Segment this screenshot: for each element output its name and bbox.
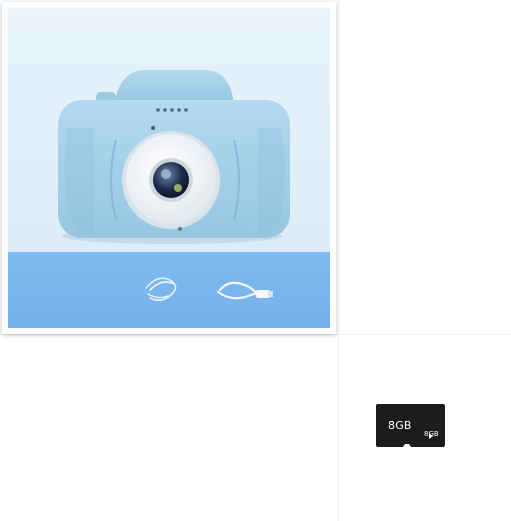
lens-glass (153, 162, 189, 198)
usb-plug (256, 290, 270, 298)
kids-camera-illustration (8, 8, 330, 328)
grid-divider-horizontal (0, 334, 511, 335)
product-photo (8, 8, 330, 328)
sd-card[interactable]: 8GB 8GB (375, 403, 446, 448)
blue-floor (8, 252, 330, 328)
product-image-grid: 8GB 8GB (0, 0, 511, 521)
camera-top-hump (114, 70, 234, 104)
sd-capacity-label: 8GB (388, 419, 412, 432)
grid-divider-vertical (338, 0, 339, 521)
product-photo-panel[interactable] (2, 2, 336, 334)
sd-capacity-small-label: 8GB (424, 430, 439, 438)
